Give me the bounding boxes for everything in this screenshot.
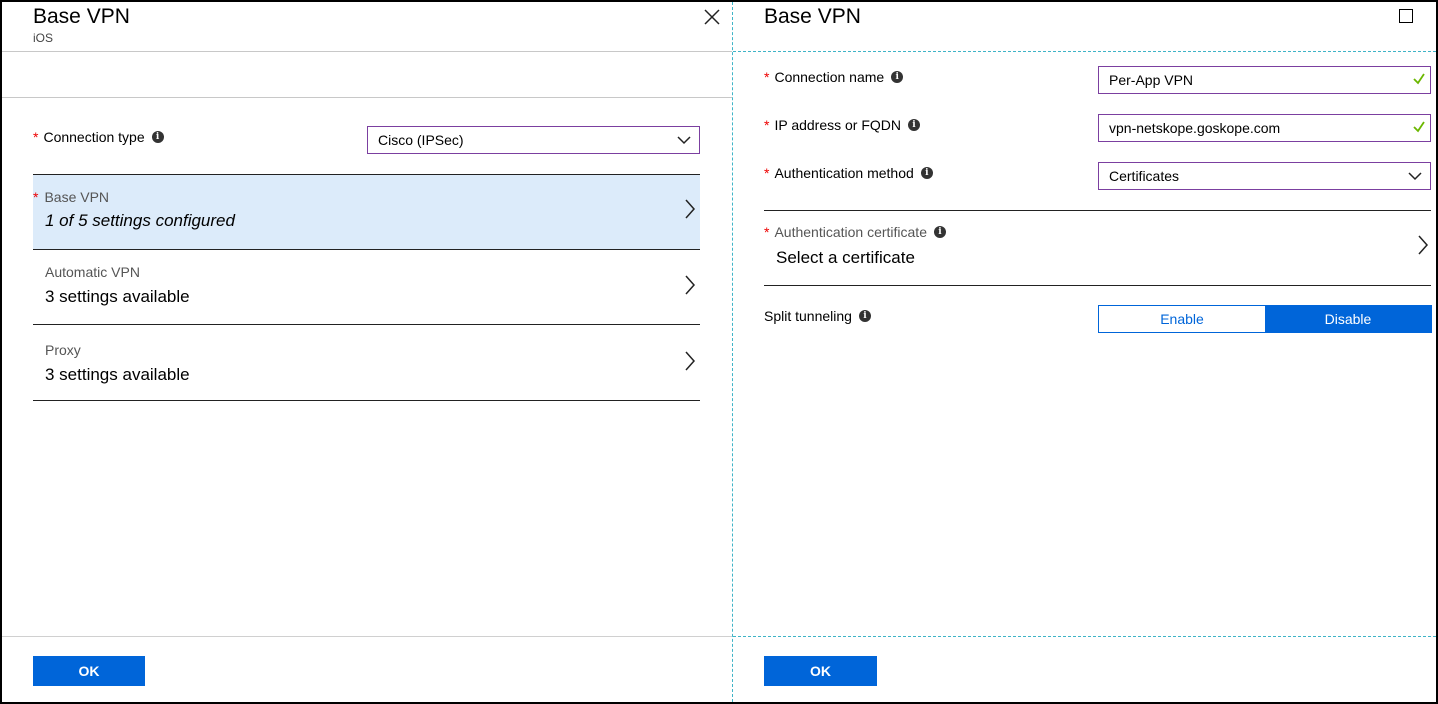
info-icon[interactable]: i xyxy=(908,119,921,131)
nav-item-label-text: Base VPN xyxy=(44,189,110,205)
split-tunneling-text: Split tunneling xyxy=(764,308,852,324)
toolbar-divider xyxy=(2,97,732,98)
chevron-right-icon xyxy=(685,275,695,295)
info-icon[interactable]: i xyxy=(920,167,933,179)
ip-address-input[interactable]: vpn-netskope.goskope.com xyxy=(1098,114,1431,142)
nav-divider xyxy=(33,400,700,401)
ip-address-value: vpn-netskope.goskope.com xyxy=(1109,120,1281,136)
required-marker: * xyxy=(33,129,39,145)
connection-name-value: Per-App VPN xyxy=(1109,72,1194,88)
connection-type-text: Connection type xyxy=(43,129,145,145)
nav-item-proxy[interactable]: Proxy 3 settings available xyxy=(33,325,700,400)
nav-item-label: * Base VPN xyxy=(33,189,109,205)
required-marker: * xyxy=(764,69,770,85)
maximize-icon[interactable] xyxy=(1399,9,1413,23)
info-icon[interactable]: i xyxy=(891,71,904,83)
ok-button[interactable]: OK xyxy=(764,656,877,686)
connection-name-input[interactable]: Per-App VPN xyxy=(1098,66,1431,94)
auth-method-value: Certificates xyxy=(1109,168,1180,184)
nav-item-automatic-vpn[interactable]: Automatic VPN 3 settings available xyxy=(33,250,700,324)
auth-cert-label: * Authentication certificate i xyxy=(764,224,946,240)
required-marker: * xyxy=(33,189,39,205)
disable-option[interactable]: Disable xyxy=(1265,306,1431,332)
auth-method-text: Authentication method xyxy=(774,165,914,181)
ok-button[interactable]: OK xyxy=(33,656,145,686)
check-icon xyxy=(1413,73,1425,85)
header-divider xyxy=(2,51,732,52)
auth-method-dropdown[interactable]: Certificates xyxy=(1098,162,1431,190)
enable-option[interactable]: Enable xyxy=(1099,306,1265,332)
left-blade: Base VPN iOS * Connection type i Cisco (… xyxy=(2,2,732,702)
auth-cert-value: Select a certificate xyxy=(776,248,915,267)
section-divider xyxy=(764,285,1431,286)
connection-type-dropdown[interactable]: Cisco (IPSec) xyxy=(367,126,700,154)
nav-item-value: 3 settings available xyxy=(45,287,190,306)
chevron-right-icon xyxy=(685,351,695,371)
footer-divider xyxy=(733,636,1436,637)
blade-title: Base VPN xyxy=(33,5,130,28)
right-blade: Base VPN * Connection name i Per-App VPN… xyxy=(732,2,1436,702)
connection-type-label: * Connection type i xyxy=(33,129,164,145)
chevron-down-icon xyxy=(1408,172,1422,181)
info-icon[interactable]: i xyxy=(151,131,164,143)
ip-address-text: IP address or FQDN xyxy=(774,117,902,133)
close-icon[interactable] xyxy=(703,8,721,26)
chevron-right-icon xyxy=(1418,235,1428,255)
connection-name-label: * Connection name i xyxy=(764,69,904,85)
connection-type-value: Cisco (IPSec) xyxy=(378,132,464,148)
required-marker: * xyxy=(764,165,770,181)
nav-item-base-vpn[interactable]: * Base VPN 1 of 5 settings configured xyxy=(33,175,700,249)
nav-item-value: 3 settings available xyxy=(45,365,190,384)
blade-title: Base VPN xyxy=(764,5,861,28)
check-icon xyxy=(1413,121,1425,133)
required-marker: * xyxy=(764,224,770,240)
chevron-down-icon xyxy=(677,136,691,145)
required-marker: * xyxy=(764,117,770,133)
nav-item-label: Automatic VPN xyxy=(45,264,140,280)
auth-method-label: * Authentication method i xyxy=(764,165,933,181)
split-tunneling-toggle[interactable]: Enable Disable xyxy=(1098,305,1432,333)
blade-subtitle: iOS xyxy=(33,31,54,45)
split-tunneling-label: Split tunneling i xyxy=(764,308,871,324)
info-icon[interactable]: i xyxy=(858,310,871,322)
nav-item-value: 1 of 5 settings configured xyxy=(45,211,235,230)
info-icon[interactable]: i xyxy=(933,226,946,238)
connection-name-text: Connection name xyxy=(774,69,885,85)
ip-address-label: * IP address or FQDN i xyxy=(764,117,921,133)
auth-cert-picker[interactable]: * Authentication certificate i Select a … xyxy=(764,211,1431,285)
nav-item-label: Proxy xyxy=(45,342,81,358)
header-divider xyxy=(733,51,1436,52)
footer-divider xyxy=(2,636,732,637)
chevron-right-icon xyxy=(685,199,695,219)
auth-cert-text: Authentication certificate xyxy=(774,224,927,240)
